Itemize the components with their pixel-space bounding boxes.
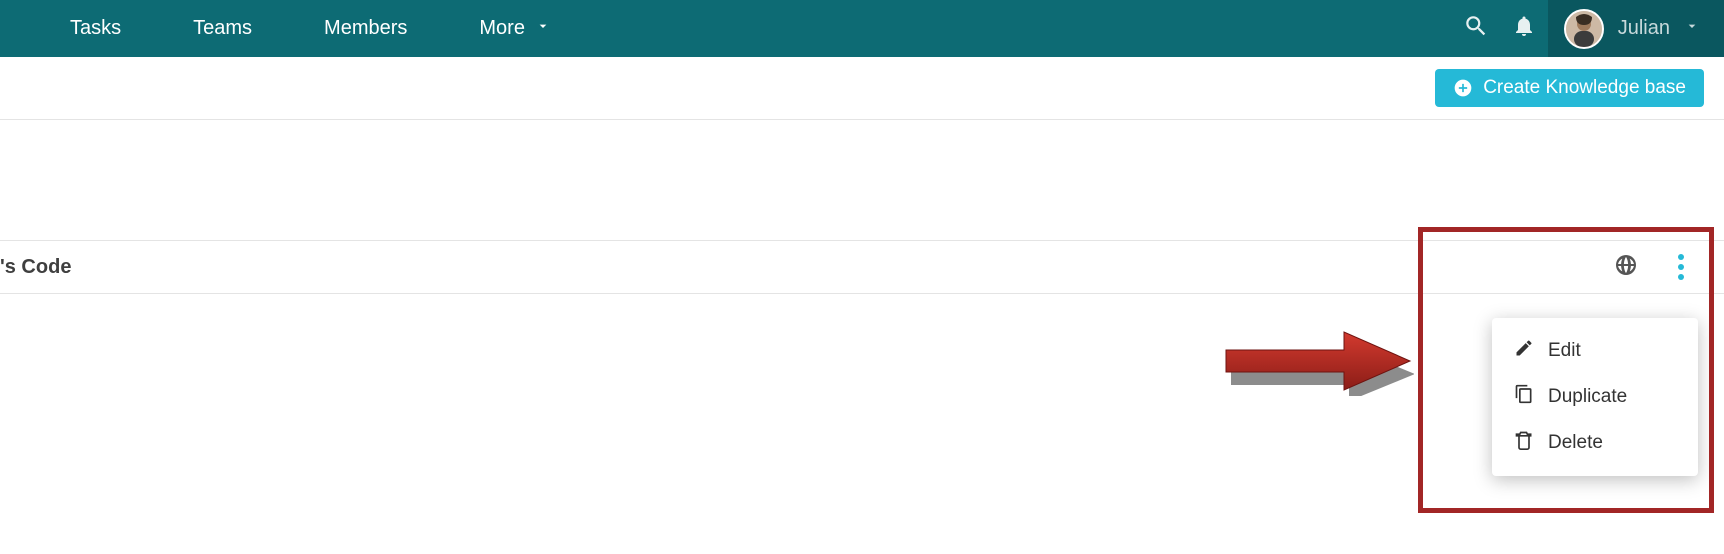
edit-icon (1514, 338, 1534, 364)
chevron-down-icon (1684, 17, 1700, 40)
row-title: 's Code (0, 256, 71, 279)
user-menu[interactable]: Julian (1548, 0, 1724, 57)
nav-right: Julian (1452, 0, 1724, 57)
search-icon (1463, 13, 1489, 45)
chevron-down-icon (535, 17, 551, 40)
dropdown-item-edit[interactable]: Edit (1492, 328, 1698, 374)
kebab-dot-icon (1678, 264, 1684, 270)
top-navbar: s Tasks Teams Members More (0, 0, 1724, 57)
dropdown-item-delete[interactable]: Delete (1492, 420, 1698, 466)
nav-item-label: Tasks (70, 17, 121, 40)
search-button[interactable] (1452, 0, 1500, 57)
nav-item-label: Teams (193, 17, 252, 40)
dropdown-item-label: Delete (1548, 432, 1603, 454)
duplicate-icon (1514, 384, 1534, 410)
notifications-button[interactable] (1500, 0, 1548, 57)
kebab-dot-icon (1678, 254, 1684, 260)
nav-item-label: More (479, 17, 525, 40)
nav-item-tasks[interactable]: Tasks (34, 0, 157, 57)
annotation-arrow-icon (1224, 326, 1414, 396)
nav-item-partial[interactable]: s (0, 0, 34, 57)
toolbar-row: Create Knowledge base (0, 57, 1724, 120)
user-name: Julian (1618, 17, 1670, 40)
create-button-label: Create Knowledge base (1483, 77, 1686, 99)
create-knowledge-base-button[interactable]: Create Knowledge base (1435, 69, 1704, 107)
bell-icon (1512, 14, 1536, 44)
nav-item-label: Members (324, 17, 407, 40)
kebab-dot-icon (1678, 274, 1684, 280)
globe-icon[interactable] (1614, 253, 1638, 282)
nav-item-members[interactable]: Members (288, 0, 443, 57)
row-actions (1614, 248, 1690, 286)
plus-circle-icon (1453, 78, 1473, 98)
nav-left: s Tasks Teams Members More (0, 0, 587, 57)
dropdown-item-label: Edit (1548, 340, 1581, 362)
dropdown-item-label: Duplicate (1548, 386, 1627, 408)
nav-item-teams[interactable]: Teams (157, 0, 288, 57)
delete-icon (1514, 430, 1534, 456)
row-dropdown-menu: Edit Duplicate Delete (1492, 318, 1698, 476)
nav-item-more[interactable]: More (443, 0, 587, 57)
spacer (0, 120, 1724, 240)
knowledge-base-row[interactable]: 's Code (0, 240, 1724, 294)
row-more-button[interactable] (1672, 248, 1690, 286)
dropdown-item-duplicate[interactable]: Duplicate (1492, 374, 1698, 420)
avatar (1564, 9, 1604, 49)
